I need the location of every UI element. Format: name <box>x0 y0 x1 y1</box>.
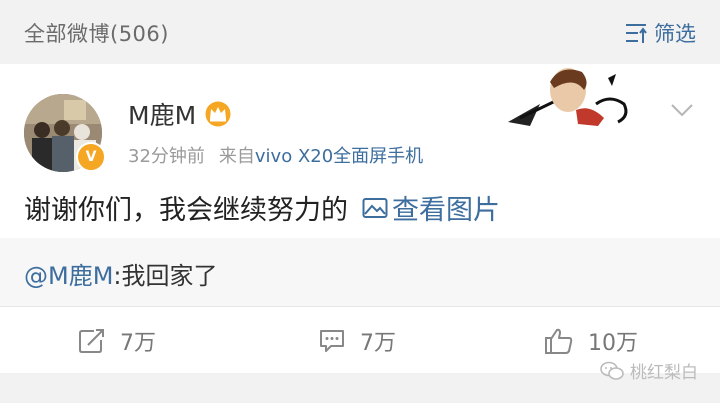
repost-mention-link[interactable]: @M鹿M <box>24 262 113 290</box>
device-link[interactable]: vivo X20全面屏手机 <box>255 146 423 167</box>
share-icon <box>79 329 104 353</box>
post-text: 谢谢你们，我会继续努力的 <box>24 195 348 226</box>
like-count: 10万 <box>588 331 638 356</box>
post-card: V M鹿M 32分钟前 来自vivo X20全面屏手机 谢谢你们，我会继续努力的 … <box>0 64 720 238</box>
filter-button[interactable]: 筛选 <box>624 18 696 48</box>
all-posts-title: 全部微博(506) <box>24 22 169 46</box>
post-username[interactable]: M鹿M <box>128 96 232 132</box>
wechat-icon <box>600 361 624 380</box>
repost-body: :我回家了 <box>113 262 218 290</box>
filter-label: 筛选 <box>654 22 696 46</box>
like-button[interactable]: 10万 <box>544 325 638 357</box>
thumbs-up-icon <box>545 328 573 354</box>
post-time: 32分钟前 <box>128 146 205 167</box>
share-count: 7万 <box>120 331 156 356</box>
watermark-text: 桃红梨白 <box>630 363 698 383</box>
share-button[interactable]: 7万 <box>78 325 156 357</box>
view-images-label: 查看图片 <box>392 195 500 226</box>
filter-icon <box>626 24 647 43</box>
watermark: 桃红梨白 <box>600 358 698 383</box>
comment-button[interactable]: 7万 <box>318 325 396 357</box>
repost-text: @M鹿M:我回家了 <box>24 256 218 291</box>
post-meta: 32分钟前 来自vivo X20全面屏手机 <box>128 142 423 168</box>
source-prefix: 来自 <box>218 146 255 167</box>
image-icon <box>362 197 388 218</box>
username-text: M鹿M <box>128 101 197 130</box>
post-content: 谢谢你们，我会继续努力的 查看图片 <box>24 188 500 227</box>
repost-area[interactable]: @M鹿M:我回家了 <box>0 238 720 306</box>
sticker-decoration <box>508 68 628 126</box>
verified-badge-icon: V <box>76 142 106 172</box>
chevron-down-icon[interactable] <box>670 102 694 118</box>
comment-icon <box>320 330 344 352</box>
crown-icon <box>205 101 231 127</box>
view-images-link[interactable]: 查看图片 <box>362 188 500 227</box>
top-bar: 全部微博(506) 筛选 <box>0 0 720 62</box>
comment-count: 7万 <box>360 331 396 356</box>
